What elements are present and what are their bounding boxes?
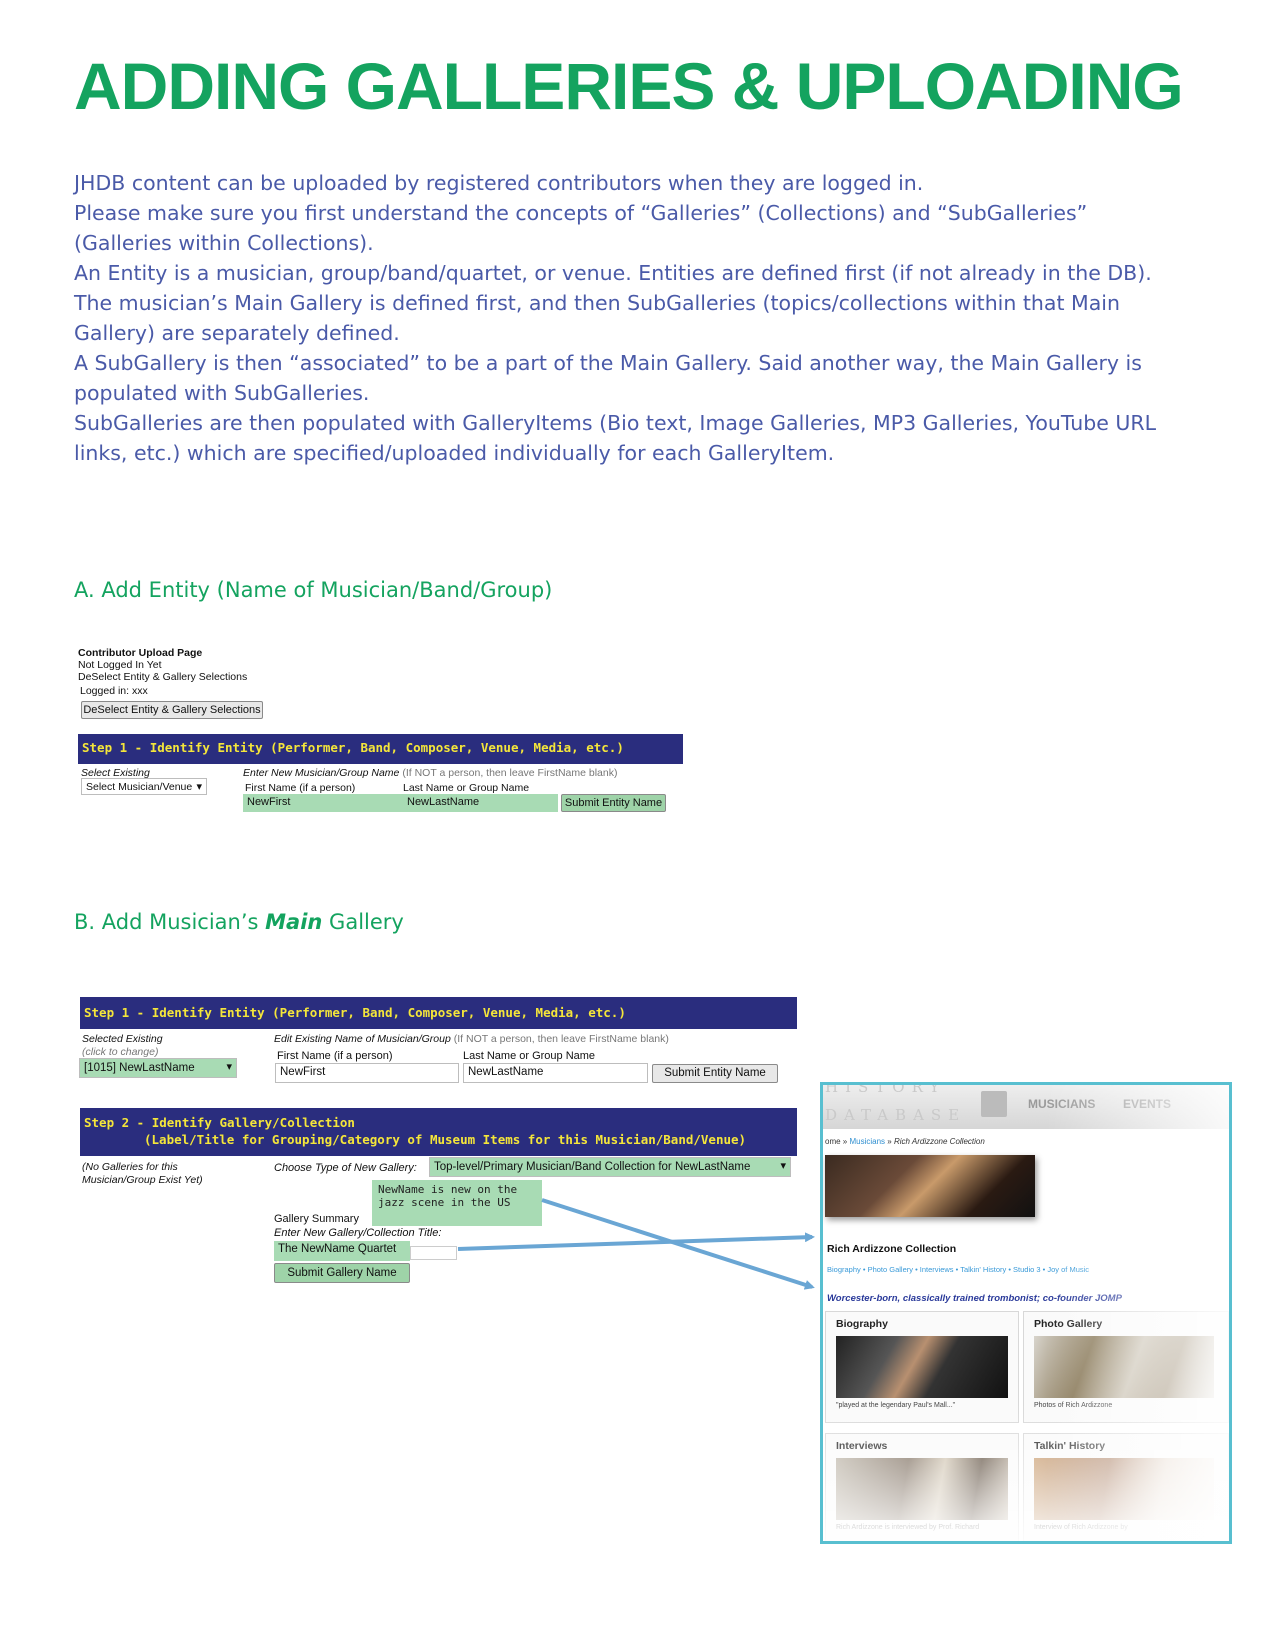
biography-photo [836,1336,1008,1398]
card-caption: Interview of Rich Ardizzone by [1034,1524,1128,1531]
crumb-separator: » [885,1137,894,1146]
card-title: Photo Gallery [1034,1318,1103,1330]
card-caption: Rich Ardizzone is interviewed by Prof. R… [836,1524,980,1531]
nav-events[interactable]: EVENTS [1123,1097,1171,1111]
card-title: Interviews [836,1440,888,1452]
website-preview: HISTORY DATABASE MUSICIANS EVENTS ome » … [820,1082,1232,1544]
collection-tagline: Worcester-born, classically trained trom… [827,1293,1122,1304]
nav-musicians[interactable]: MUSICIANS [1028,1097,1095,1111]
menu-icon[interactable] [981,1091,1007,1117]
crumb-home[interactable]: ome » [825,1137,849,1146]
crumb-current: Rich Ardizzone Collection [893,1137,985,1146]
interviews-photo [836,1458,1008,1520]
talkin-history-card[interactable]: Talkin' History Interview of Rich Ardizz… [1023,1433,1229,1541]
collection-links[interactable]: Biography • Photo Gallery • Interviews •… [827,1265,1089,1274]
photo-gallery-photo [1034,1336,1214,1398]
photo-gallery-card[interactable]: Photo Gallery Photos of Rich Ardizzone [1023,1311,1229,1423]
logo-line: DATABASE [825,1106,967,1124]
site-logo: HISTORY DATABASE [825,1085,967,1124]
breadcrumb: ome » Musicians » Rich Ardizzone Collect… [825,1137,985,1146]
site-header: HISTORY DATABASE MUSICIANS EVENTS [823,1085,1229,1129]
interviews-card[interactable]: Interviews Rich Ardizzone is interviewed… [825,1433,1019,1541]
logo-line: HISTORY [825,1082,947,1096]
collection-banner-photo [825,1155,1035,1217]
card-caption: Photos of Rich Ardizzone [1034,1402,1113,1409]
card-title: Talkin' History [1034,1440,1106,1452]
biography-card[interactable]: Biography "played at the legendary Paul'… [825,1311,1019,1423]
collection-title: Rich Ardizzone Collection [827,1243,957,1255]
talkin-history-photo [1034,1458,1214,1520]
card-title: Biography [836,1318,888,1330]
arrow-title-to-collection [457,1232,815,1251]
crumb-musicians[interactable]: Musicians [849,1137,885,1146]
card-caption: "played at the legendary Paul's Mall..." [836,1402,956,1409]
